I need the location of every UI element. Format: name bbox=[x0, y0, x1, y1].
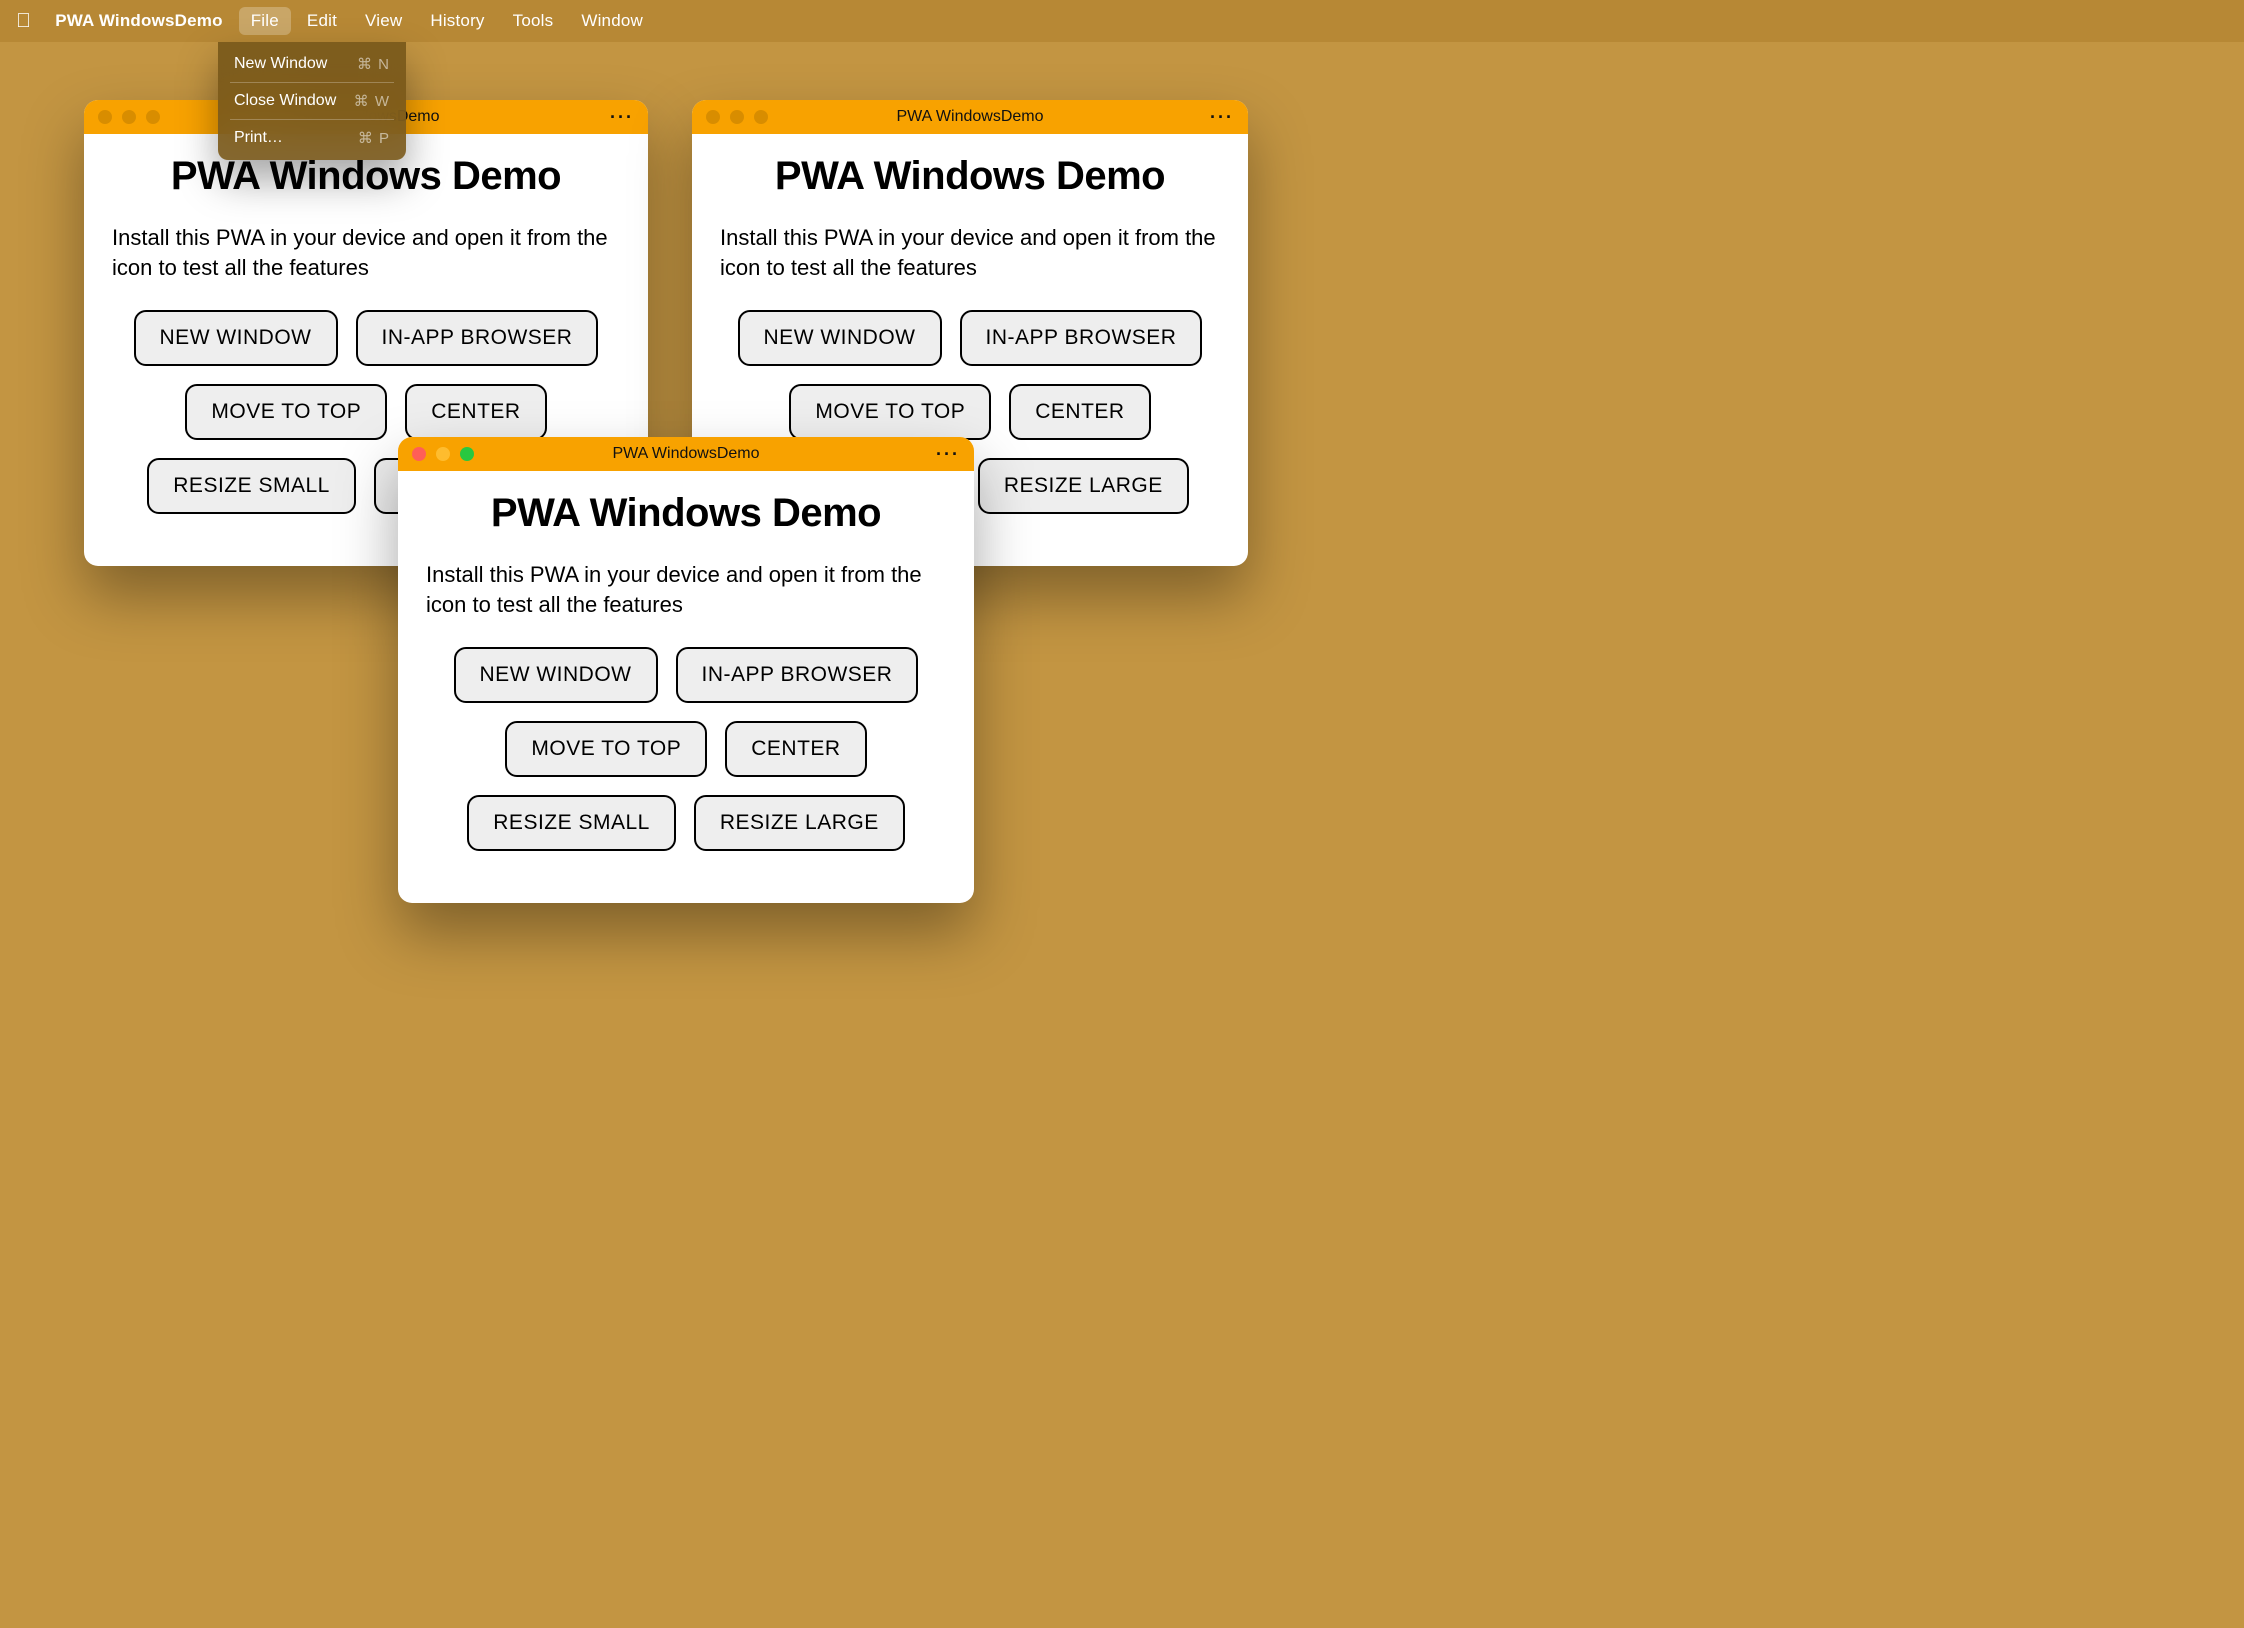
move-to-top-button[interactable]: MOVE TO TOP bbox=[789, 384, 991, 440]
minimize-icon[interactable] bbox=[122, 110, 136, 124]
window-content: PWA Windows Demo Install this PWA in you… bbox=[398, 471, 974, 903]
menubar-app-name[interactable]: PWA WindowsDemo bbox=[43, 7, 235, 35]
new-window-button[interactable]: NEW WINDOW bbox=[454, 647, 658, 703]
menu-separator bbox=[230, 119, 394, 120]
new-window-button[interactable]: NEW WINDOW bbox=[134, 310, 338, 366]
menu-item-label: New Window bbox=[234, 55, 327, 73]
more-icon[interactable]: ··· bbox=[1210, 107, 1234, 128]
move-to-top-button[interactable]: MOVE TO TOP bbox=[505, 721, 707, 777]
minimize-icon[interactable] bbox=[730, 110, 744, 124]
button-row: NEW WINDOW IN-APP BROWSER bbox=[112, 310, 620, 366]
minimize-icon[interactable] bbox=[436, 447, 450, 461]
menubar-item-window[interactable]: Window bbox=[569, 7, 655, 35]
close-icon[interactable] bbox=[98, 110, 112, 124]
zoom-icon[interactable] bbox=[754, 110, 768, 124]
close-icon[interactable] bbox=[706, 110, 720, 124]
resize-small-button[interactable]: RESIZE SMALL bbox=[467, 795, 676, 851]
button-row: RESIZE SMALL RESIZE LARGE bbox=[426, 795, 946, 851]
menubar-item-view[interactable]: View bbox=[353, 7, 414, 35]
pwa-window-3[interactable]: PWA WindowsDemo ··· PWA Windows Demo Ins… bbox=[398, 437, 974, 903]
menu-item-label: Close Window bbox=[234, 92, 336, 110]
page-description: Install this PWA in your device and open… bbox=[720, 223, 1220, 282]
zoom-icon[interactable] bbox=[146, 110, 160, 124]
center-button[interactable]: CENTER bbox=[1009, 384, 1150, 440]
page-heading: PWA Windows Demo bbox=[426, 491, 946, 536]
move-to-top-button[interactable]: MOVE TO TOP bbox=[185, 384, 387, 440]
menu-item-close-window[interactable]: Close Window ⌘ W bbox=[224, 85, 400, 117]
page-heading: PWA Windows Demo bbox=[720, 154, 1220, 199]
file-menu-dropdown: New Window ⌘ N Close Window ⌘ W Print… ⌘… bbox=[218, 42, 406, 160]
menu-item-shortcut: ⌘ W bbox=[354, 92, 390, 110]
traffic-lights bbox=[412, 447, 474, 461]
center-button[interactable]: CENTER bbox=[725, 721, 866, 777]
resize-small-button[interactable]: RESIZE SMALL bbox=[147, 458, 356, 514]
zoom-icon[interactable] bbox=[460, 447, 474, 461]
titlebar[interactable]: PWA WindowsDemo ··· bbox=[692, 100, 1248, 134]
menubar-item-history[interactable]: History bbox=[418, 7, 496, 35]
menu-separator bbox=[230, 82, 394, 83]
menubar-item-edit[interactable]: Edit bbox=[295, 7, 349, 35]
apple-logo-icon[interactable]:  bbox=[16, 10, 31, 33]
page-description: Install this PWA in your device and open… bbox=[426, 560, 946, 619]
button-row: MOVE TO TOP CENTER bbox=[426, 721, 946, 777]
button-row: MOVE TO TOP CENTER bbox=[720, 384, 1220, 440]
new-window-button[interactable]: NEW WINDOW bbox=[738, 310, 942, 366]
more-icon[interactable]: ··· bbox=[936, 444, 960, 465]
resize-large-button[interactable]: RESIZE LARGE bbox=[978, 458, 1189, 514]
page-heading: PWA Windows Demo bbox=[112, 154, 620, 199]
menu-item-print[interactable]: Print… ⌘ P bbox=[224, 122, 400, 154]
close-icon[interactable] bbox=[412, 447, 426, 461]
menu-item-shortcut: ⌘ P bbox=[358, 129, 390, 147]
traffic-lights bbox=[706, 110, 768, 124]
button-row: NEW WINDOW IN-APP BROWSER bbox=[426, 647, 946, 703]
menu-item-label: Print… bbox=[234, 129, 283, 147]
menubar-item-file[interactable]: File bbox=[239, 7, 291, 35]
menu-item-shortcut: ⌘ N bbox=[357, 55, 390, 73]
menu-item-new-window[interactable]: New Window ⌘ N bbox=[224, 48, 400, 80]
titlebar[interactable]: PWA WindowsDemo ··· bbox=[398, 437, 974, 471]
button-row: NEW WINDOW IN-APP BROWSER bbox=[720, 310, 1220, 366]
in-app-browser-button[interactable]: IN-APP BROWSER bbox=[676, 647, 919, 703]
menubar:  PWA WindowsDemo File Edit View History… bbox=[0, 0, 2244, 42]
resize-large-button[interactable]: RESIZE LARGE bbox=[694, 795, 905, 851]
more-icon[interactable]: ··· bbox=[610, 107, 634, 128]
button-row: MOVE TO TOP CENTER bbox=[112, 384, 620, 440]
menubar-item-tools[interactable]: Tools bbox=[501, 7, 566, 35]
in-app-browser-button[interactable]: IN-APP BROWSER bbox=[960, 310, 1203, 366]
in-app-browser-button[interactable]: IN-APP BROWSER bbox=[356, 310, 599, 366]
window-title: PWA WindowsDemo bbox=[692, 108, 1248, 126]
window-title: PWA WindowsDemo bbox=[398, 445, 974, 463]
page-description: Install this PWA in your device and open… bbox=[112, 223, 620, 282]
traffic-lights bbox=[98, 110, 160, 124]
center-button[interactable]: CENTER bbox=[405, 384, 546, 440]
